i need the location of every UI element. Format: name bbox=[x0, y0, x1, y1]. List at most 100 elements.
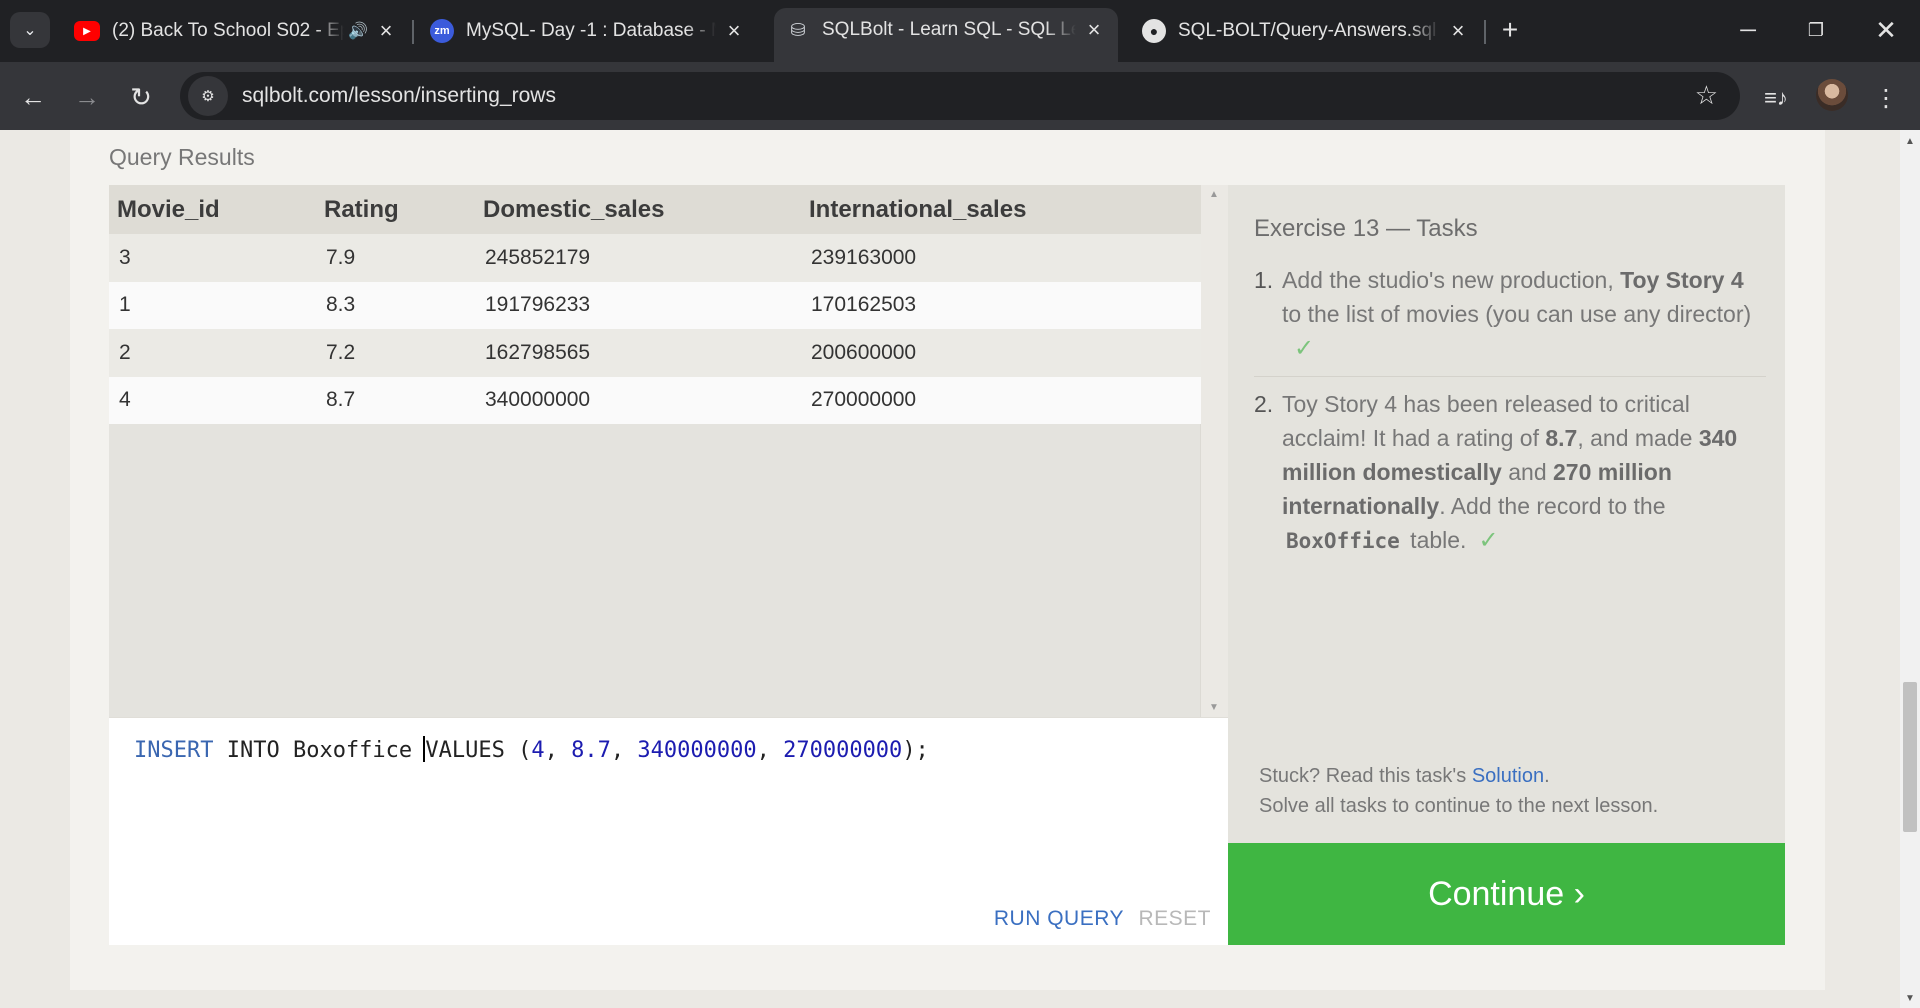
table-cell: 7.9 bbox=[316, 234, 475, 282]
sql-editor[interactable]: INSERT INTO Boxoffice VALUES (4, 8.7, 34… bbox=[109, 717, 1228, 945]
task-text: Toy Story 4 has been released to critica… bbox=[1282, 387, 1766, 558]
table-row: 4 8.7 340000000 270000000 bbox=[109, 376, 1201, 424]
tab-github[interactable]: ● SQL-BOLT/Query-Answers.sql at × bbox=[1130, 10, 1482, 52]
column-header: Domestic_sales bbox=[475, 185, 801, 234]
menu-kebab-icon[interactable]: ⋮ bbox=[1868, 80, 1904, 116]
address-toolbar: ← → ↻ ⚙ sqlbolt.com/lesson/inserting_row… bbox=[0, 62, 1920, 130]
new-tab-button[interactable]: + bbox=[1494, 14, 1526, 46]
solution-link[interactable]: Solution bbox=[1472, 765, 1544, 787]
close-tab-icon[interactable]: × bbox=[1446, 18, 1470, 44]
task-text-part: Add the studio's new production, bbox=[1282, 267, 1621, 293]
tasks-panel: Exercise 13 — Tasks 1. Add the studio's … bbox=[1228, 185, 1785, 843]
continue-button[interactable]: Continue › bbox=[1228, 843, 1785, 945]
reset-button[interactable]: RESET bbox=[1138, 907, 1211, 931]
tasks-title: Exercise 13 — Tasks bbox=[1254, 215, 1478, 242]
tab-youtube[interactable]: ▶ (2) Back To School S02 - Ep 🔊 × bbox=[62, 10, 410, 52]
close-tab-icon[interactable]: × bbox=[374, 18, 398, 44]
tab-separator bbox=[412, 20, 414, 44]
avatar[interactable] bbox=[1816, 79, 1848, 111]
sql-number: 340000000 bbox=[637, 738, 757, 763]
tab-search-button[interactable]: ⌄ bbox=[10, 12, 50, 48]
query-results-label: Query Results bbox=[109, 144, 255, 170]
forward-button[interactable]: → bbox=[68, 78, 106, 116]
sql-number: 270000000 bbox=[783, 738, 903, 763]
task-emphasis: Toy Story 4 bbox=[1620, 267, 1744, 293]
tab-title: SQLBolt - Learn SQL - SQL Lesso bbox=[822, 19, 1076, 40]
table-cell: 162798565 bbox=[475, 329, 801, 377]
task-number: 1. bbox=[1254, 267, 1274, 293]
chevron-down-icon: ⌄ bbox=[23, 22, 37, 39]
table-cell: 2 bbox=[109, 329, 316, 377]
zoom-icon: zm bbox=[430, 19, 454, 43]
column-header: Rating bbox=[316, 185, 475, 234]
tab-separator bbox=[1484, 20, 1486, 44]
database-icon: ⛁ bbox=[790, 19, 806, 40]
sql-text: , bbox=[610, 738, 638, 763]
sql-keyword: INSERT bbox=[134, 738, 214, 763]
results-scrollbar[interactable]: ▲ ▼ bbox=[1201, 185, 1228, 717]
sql-text: INTO Boxoffice bbox=[213, 738, 426, 763]
task-item: 2. Toy Story 4 has been released to crit… bbox=[1254, 376, 1766, 568]
back-button[interactable]: ← bbox=[14, 78, 52, 116]
task-text-part: , and made bbox=[1577, 425, 1699, 451]
tab-strip: ⌄ ▶ (2) Back To School S02 - Ep 🔊 × zm M… bbox=[0, 0, 1920, 62]
close-window-button[interactable]: ✕ bbox=[1866, 12, 1906, 48]
scroll-down-icon[interactable]: ▼ bbox=[1209, 702, 1219, 713]
tab-title: (2) Back To School S02 - Ep bbox=[112, 20, 345, 41]
reload-icon: ↻ bbox=[130, 81, 152, 112]
arrow-right-icon: → bbox=[74, 81, 100, 112]
sql-text: ); bbox=[902, 738, 929, 763]
task-item: 1. Add the studio's new production, Toy … bbox=[1254, 263, 1766, 376]
minimize-button[interactable]: ─ bbox=[1728, 12, 1768, 48]
close-tab-icon[interactable]: × bbox=[722, 18, 746, 44]
table-row: 1 8.3 191796233 170162503 bbox=[109, 281, 1201, 329]
bookmark-star-icon[interactable]: ☆ bbox=[1695, 80, 1718, 111]
table-cell: 8.7 bbox=[316, 376, 475, 424]
checkmark-icon: ✓ bbox=[1294, 335, 1315, 362]
sql-text: , bbox=[544, 738, 572, 763]
table-row: 3 7.9 245852179 239163000 bbox=[109, 234, 1201, 282]
youtube-icon: ▶ bbox=[74, 21, 100, 41]
column-header: International_sales bbox=[801, 185, 1201, 234]
tab-title: MySQL- Day -1 : Database - My bbox=[466, 20, 716, 41]
scroll-up-icon[interactable]: ▲ bbox=[1905, 136, 1915, 147]
tab-mysql[interactable]: zm MySQL- Day -1 : Database - My × bbox=[418, 10, 758, 52]
site-info-icon[interactable]: ⚙ bbox=[188, 76, 228, 116]
query-results-panel: Movie_id Rating Domestic_sales Internati… bbox=[109, 185, 1201, 717]
page-scrollbar[interactable]: ▲ ▼ bbox=[1900, 130, 1920, 1008]
sql-text: VALUES ( bbox=[425, 738, 532, 763]
reload-button[interactable]: ↻ bbox=[122, 78, 160, 116]
task-text-part: table. bbox=[1403, 527, 1467, 553]
table-header-row: Movie_id Rating Domestic_sales Internati… bbox=[109, 185, 1201, 234]
table-cell: 4 bbox=[109, 376, 316, 424]
table-cell: 3 bbox=[109, 234, 316, 282]
close-icon: ✕ bbox=[1875, 14, 1897, 45]
omnibox[interactable]: ⚙ sqlbolt.com/lesson/inserting_rows ☆ bbox=[180, 72, 1740, 120]
restore-button[interactable]: ❐ bbox=[1796, 12, 1836, 48]
sql-code[interactable]: INSERT INTO Boxoffice VALUES (4, 8.7, 34… bbox=[134, 736, 929, 763]
url-text[interactable]: sqlbolt.com/lesson/inserting_rows bbox=[242, 84, 556, 108]
tab-title: SQL-BOLT/Query-Answers.sql at bbox=[1178, 20, 1440, 41]
task-number: 2. bbox=[1254, 391, 1274, 417]
sql-number: 8.7 bbox=[571, 738, 611, 763]
speaker-icon[interactable]: 🔊 bbox=[348, 21, 368, 41]
scroll-down-icon[interactable]: ▼ bbox=[1905, 993, 1915, 1004]
task-text-part: to the list of movies (you can use any d… bbox=[1282, 301, 1752, 327]
table-cell: 1 bbox=[109, 281, 316, 329]
github-icon: ● bbox=[1142, 19, 1166, 43]
close-tab-icon[interactable]: × bbox=[1082, 17, 1106, 43]
table-name-code: BoxOffice bbox=[1286, 529, 1400, 553]
media-control-icon[interactable]: ≡♪ bbox=[1758, 80, 1794, 116]
table-cell: 191796233 bbox=[475, 281, 801, 329]
sql-number: 4 bbox=[531, 738, 545, 763]
scroll-up-icon[interactable]: ▲ bbox=[1209, 189, 1219, 200]
table-cell: 7.2 bbox=[316, 329, 475, 377]
table-cell: 340000000 bbox=[475, 376, 801, 424]
run-query-button[interactable]: RUN QUERY bbox=[994, 907, 1124, 931]
results-table: Movie_id Rating Domestic_sales Internati… bbox=[109, 185, 1201, 424]
stuck-text: Stuck? Read this task's bbox=[1259, 765, 1472, 787]
stuck-text: . bbox=[1544, 765, 1550, 787]
tab-sqlbolt[interactable]: ⛁ SQLBolt - Learn SQL - SQL Lesso × bbox=[774, 8, 1118, 62]
scrollbar-thumb[interactable] bbox=[1903, 682, 1917, 832]
task-emphasis: 8.7 bbox=[1545, 425, 1578, 451]
